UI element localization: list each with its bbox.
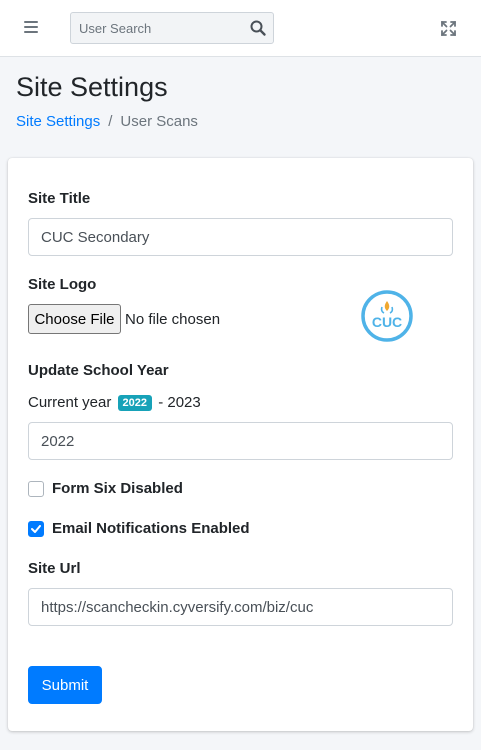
form-six-checkbox[interactable] [28,480,44,497]
current-year-suffix: - 2023 [158,394,201,411]
breadcrumb-user-scans: User Scans [120,113,198,130]
site-url-input[interactable] [28,588,453,626]
breadcrumb-separator: / [108,113,113,130]
submit-button[interactable]: Submit [28,666,102,704]
form-six-label: Form Six Disabled [52,480,183,497]
email-notifications-checkbox[interactable] [28,520,44,537]
top-navbar [0,0,481,57]
choose-file-button[interactable]: Choose File [28,304,121,334]
check-icon [31,524,41,533]
school-year-label: Update School Year [28,362,169,379]
breadcrumb: Site Settings / User Scans [16,113,198,130]
page-title: Site Settings [16,72,168,102]
expand-icon[interactable] [440,20,457,37]
search-icon[interactable] [249,19,267,37]
site-title-label: Site Title [28,190,91,207]
hamburger-icon[interactable] [24,21,38,35]
year-badge: 2022 [117,395,153,411]
current-year-line: Current year 2022 - 2023 [28,394,201,411]
breadcrumb-site-settings[interactable]: Site Settings [16,113,100,130]
email-notifications-label: Email Notifications Enabled [52,520,250,537]
search-box [70,12,274,44]
current-year-prefix: Current year [28,394,112,411]
school-year-input[interactable] [28,422,453,460]
site-logo-label: Site Logo [28,276,97,293]
email-notifications-toggle[interactable]: Email Notifications Enabled [28,520,250,537]
search-input[interactable] [71,13,241,43]
form-six-toggle[interactable]: Form Six Disabled [28,480,183,497]
site-logo-image: CUC [361,290,413,342]
logo-text: CUC [372,314,402,330]
file-status: No file chosen [125,311,221,328]
site-url-label: Site Url [28,560,81,577]
settings-card: Site Title Site Logo Choose File No file… [8,158,473,731]
site-title-input[interactable] [28,218,453,256]
